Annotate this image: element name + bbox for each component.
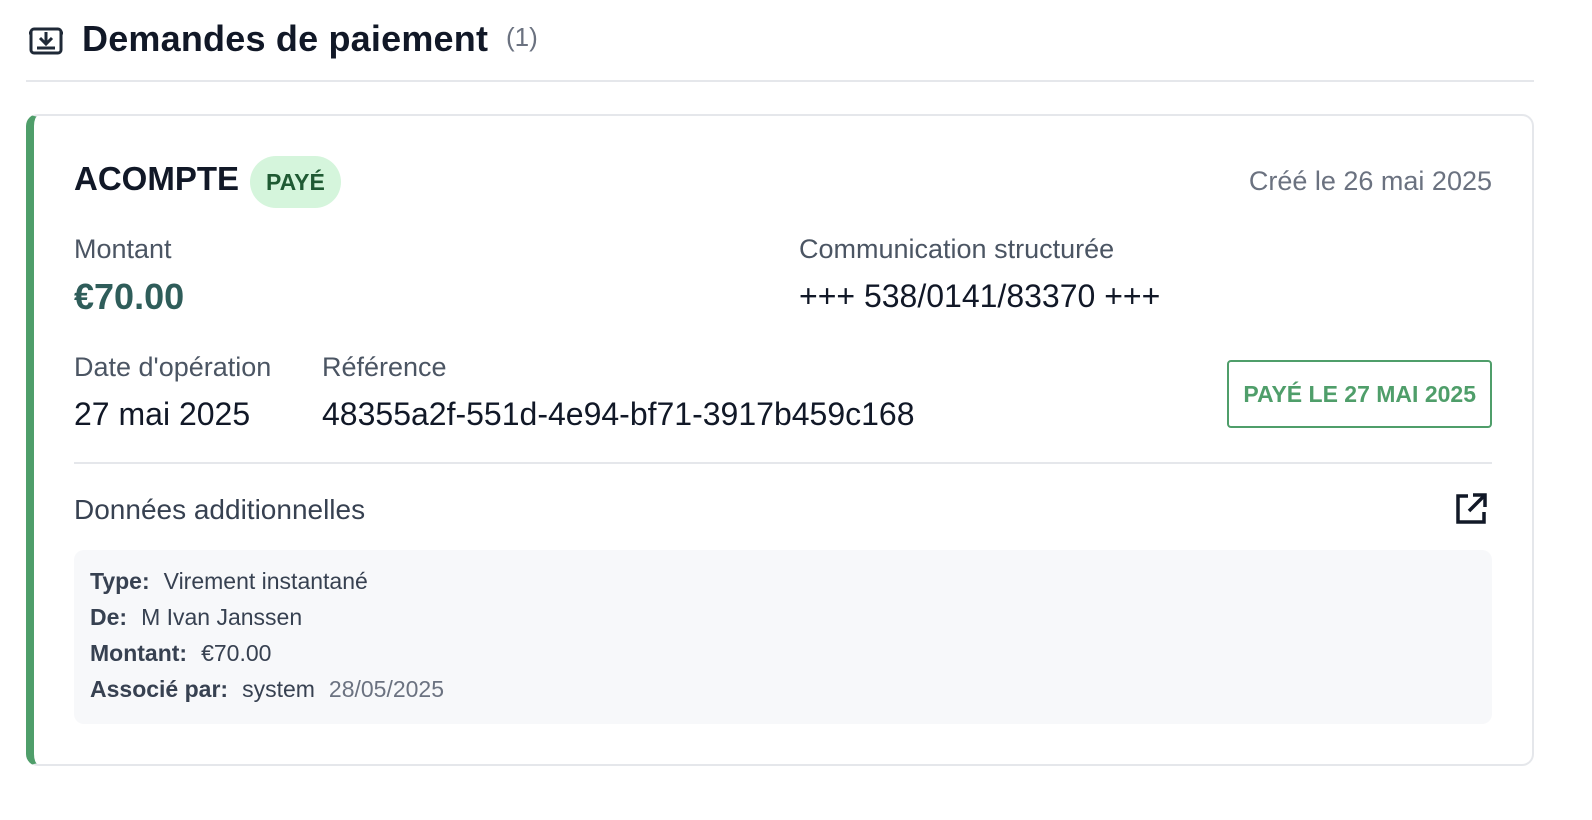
- additional-data-box: Type: Virement instantané De: M Ivan Janss…: [74, 550, 1492, 724]
- operation-date-label: Date d'opération: [74, 352, 272, 382]
- amount-value: €70.00: [74, 276, 185, 317]
- payment-count: (1): [506, 22, 538, 52]
- payment-type: ACOMPTE: [74, 160, 239, 197]
- row-key: Type:: [90, 568, 150, 594]
- additional-row-from: De: M Ivan Janssen: [90, 604, 302, 631]
- status-badge: PAYÉ: [250, 156, 341, 208]
- additional-row-associated: Associé par: system 28/05/2025: [90, 676, 444, 703]
- row-key: Montant:: [90, 640, 188, 666]
- payment-request-card: ACOMPTE PAYÉ Créé le 26 mai 2025 Montant…: [26, 114, 1534, 766]
- row-date: 28/05/2025: [328, 676, 445, 702]
- communication-label: Communication structurée: [799, 234, 1115, 264]
- row-value: system: [242, 676, 315, 702]
- communication-value: +++ 538/0141/83370 +++: [799, 278, 1161, 314]
- additional-data-title: Données additionnelles: [74, 494, 366, 525]
- amount-label: Montant: [74, 234, 172, 264]
- created-date: Créé le 26 mai 2025: [1248, 166, 1492, 196]
- reference-value: 48355a2f-551d-4e94-bf71-3917b459c168: [322, 396, 915, 432]
- reference-label: Référence: [322, 352, 447, 382]
- operation-date-value: 27 mai 2025: [74, 396, 251, 432]
- additional-row-amount: Montant: €70.00: [90, 640, 271, 667]
- page-title: Demandes de paiement: [82, 18, 489, 59]
- additional-row-type: Type: Virement instantané: [90, 568, 368, 595]
- row-key: Associé par:: [90, 676, 229, 702]
- row-value: M Ivan Janssen: [141, 604, 303, 630]
- row-value: Virement instantané: [163, 568, 368, 594]
- row-value: €70.00: [201, 640, 272, 666]
- section-header: Demandes de paiement (1): [26, 14, 1534, 82]
- row-key: De:: [90, 604, 128, 630]
- paid-on-button[interactable]: PAYÉ LE 27 MAI 2025: [1227, 360, 1492, 428]
- divider: [74, 462, 1492, 464]
- external-link-icon[interactable]: [1454, 492, 1488, 526]
- inbox-download-icon: [28, 24, 64, 56]
